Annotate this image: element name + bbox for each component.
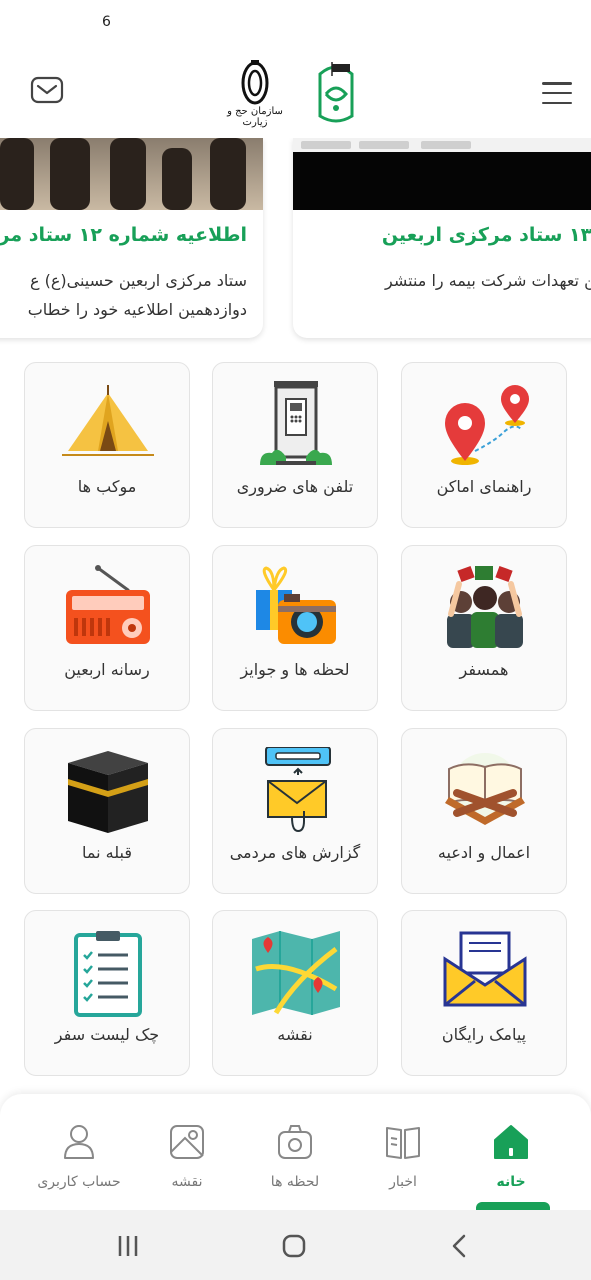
news-card[interactable]: ره ۱۳ ستاد مرکزی اربعین ربعین تعهدات شرک… bbox=[293, 138, 591, 338]
report-envelope-icon bbox=[246, 746, 346, 835]
hajj-logo-text: سازمان حج و زیارت bbox=[227, 106, 283, 128]
tile-label: تلفن های ضروری bbox=[236, 477, 354, 496]
home-icon bbox=[491, 1122, 531, 1162]
news-body: ستاد مرکزی اربعین حسینی(ع) ع دوازدهمین ا… bbox=[28, 266, 247, 324]
tile-label: نقشه bbox=[277, 1025, 313, 1044]
location-pins-icon bbox=[435, 381, 535, 469]
map-icon bbox=[246, 929, 346, 1017]
news-title: اطلاعیه شماره ۱۲ ستاد مرکزی bbox=[0, 224, 247, 246]
phone-booth-icon bbox=[246, 381, 346, 469]
home-circle-icon[interactable] bbox=[279, 1232, 309, 1260]
tile-mokebs[interactable]: موکب ها bbox=[24, 362, 190, 528]
recents-icon[interactable] bbox=[113, 1232, 143, 1260]
arbaeen-logo bbox=[310, 56, 362, 128]
nav-label: اخبار bbox=[389, 1174, 417, 1190]
news-card[interactable]: اطلاعیه شماره ۱۲ ستاد مرکزی ستاد مرکزی ا… bbox=[0, 138, 263, 338]
app-screen: 6 سازمان حج و زیارت اطلاعیه شماره ۱۲ ستا… bbox=[0, 0, 591, 1280]
tile-public-reports[interactable]: گزارش های مردمی bbox=[212, 728, 378, 894]
hamburger-menu-icon[interactable] bbox=[542, 82, 572, 104]
nav-label: لحظه ها bbox=[270, 1174, 320, 1190]
nav-item-moments[interactable]: لحظه ها bbox=[240, 1094, 350, 1210]
tile-moments-prizes[interactable]: لحظه ها و جوایز bbox=[212, 545, 378, 711]
news-title: ره ۱۳ ستاد مرکزی اربعین bbox=[381, 224, 591, 246]
back-chevron-icon[interactable] bbox=[444, 1232, 474, 1260]
tile-free-sms[interactable]: پیامک رایگان bbox=[401, 910, 567, 1076]
news-body-line: ستاد مرکزی اربعین حسینی(ع) ع bbox=[29, 271, 247, 290]
nav-item-home[interactable]: خانه bbox=[456, 1094, 566, 1210]
quran-book-icon bbox=[435, 747, 535, 835]
system-navigation-bar bbox=[0, 1210, 591, 1280]
nav-label: خانه bbox=[496, 1174, 526, 1190]
free-sms-envelope-icon bbox=[435, 929, 535, 1017]
tile-label: قبله نما bbox=[81, 843, 132, 862]
news-book-icon bbox=[383, 1122, 423, 1162]
tent-icon bbox=[58, 381, 158, 469]
tile-label: رسانه اربعین bbox=[64, 660, 150, 679]
bottom-navigation: خانه اخبار لحظه ها نقشه حساب کاربری bbox=[0, 1094, 591, 1210]
nav-item-account[interactable]: حساب کاربری bbox=[24, 1094, 134, 1210]
nav-label: حساب کاربری bbox=[37, 1174, 121, 1190]
nav-item-map[interactable]: نقشه bbox=[132, 1094, 242, 1210]
companions-icon bbox=[435, 564, 535, 652]
news-body-line: ربعین تعهدات شرکت بیمه را منتشر bbox=[385, 271, 591, 290]
tile-places-guide[interactable]: راهنمای اماکن bbox=[401, 362, 567, 528]
tile-arbaeen-media[interactable]: رسانه اربعین bbox=[24, 545, 190, 711]
tile-prayers[interactable]: اعمال و ادعیه bbox=[401, 728, 567, 894]
status-time: 6 bbox=[102, 14, 111, 30]
nav-active-indicator bbox=[476, 1202, 550, 1210]
camera-icon bbox=[275, 1122, 315, 1162]
tile-label: چک لیست سفر bbox=[54, 1025, 160, 1044]
tile-label: لحظه ها و جوایز bbox=[240, 660, 350, 679]
tile-label: موکب ها bbox=[77, 477, 137, 496]
nav-item-news[interactable]: اخبار bbox=[348, 1094, 458, 1210]
tile-travel-checklist[interactable]: چک لیست سفر bbox=[24, 910, 190, 1076]
news-body-line: دوازدهمین اطلاعیه خود را خطاب bbox=[27, 300, 247, 319]
map-image-icon bbox=[167, 1122, 207, 1162]
nav-label: نقشه bbox=[171, 1174, 203, 1190]
checklist-icon bbox=[58, 929, 158, 1017]
tile-companion[interactable]: همسفر bbox=[401, 545, 567, 711]
mail-icon[interactable] bbox=[30, 76, 64, 104]
tile-label: گزارش های مردمی bbox=[229, 843, 361, 862]
radio-icon bbox=[58, 564, 158, 652]
tile-label: پیامک رایگان bbox=[441, 1025, 527, 1044]
news-body: ربعین تعهدات شرکت بیمه را منتشر bbox=[385, 266, 591, 295]
news-image bbox=[293, 138, 591, 210]
status-bar: 6 bbox=[0, 0, 591, 46]
news-carousel[interactable]: اطلاعیه شماره ۱۲ ستاد مرکزی ستاد مرکزی ا… bbox=[0, 138, 591, 348]
kaaba-icon bbox=[58, 747, 158, 835]
app-header: سازمان حج و زیارت bbox=[0, 46, 591, 138]
news-image bbox=[0, 138, 263, 210]
gift-camera-icon bbox=[246, 564, 346, 652]
tile-emergency-phones[interactable]: تلفن های ضروری bbox=[212, 362, 378, 528]
tile-label: اعمال و ادعیه bbox=[437, 843, 531, 862]
tile-qibla[interactable]: قبله نما bbox=[24, 728, 190, 894]
tile-map[interactable]: نقشه bbox=[212, 910, 378, 1076]
tile-label: راهنمای اماکن bbox=[436, 477, 532, 496]
user-icon bbox=[59, 1122, 99, 1162]
tile-label: همسفر bbox=[459, 660, 509, 679]
